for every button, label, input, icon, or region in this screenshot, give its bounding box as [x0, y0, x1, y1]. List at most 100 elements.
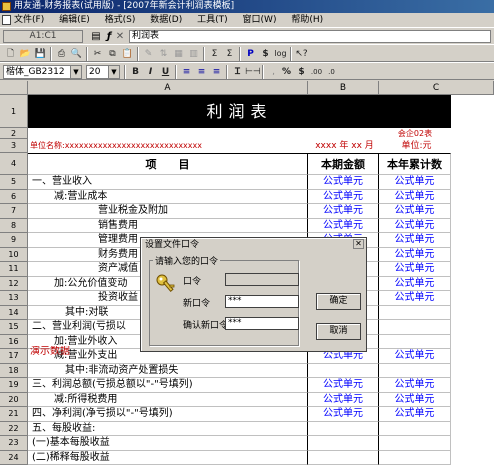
font-select[interactable]: 楷体_GB2312 ▼	[3, 65, 82, 79]
ok-button[interactable]: 确定	[316, 293, 361, 310]
row-header[interactable]: 5	[0, 175, 28, 190]
cell-reference[interactable]: A1:C1	[3, 30, 83, 43]
merge-icon[interactable]: ⊢⊣	[245, 65, 261, 79]
cell-ytd-amount[interactable]: 公式单元	[379, 349, 451, 364]
cell-current-amount[interactable]: 公式单元	[308, 407, 379, 422]
menu-format[interactable]: 格式(S)	[105, 13, 136, 27]
confirm-password-field[interactable]: ***	[225, 317, 299, 330]
cell-ytd-amount[interactable]: 公式单元	[379, 204, 451, 219]
print-preview-icon[interactable]: 🔍	[69, 47, 84, 61]
cell-current-amount[interactable]: 公式单元	[308, 204, 379, 219]
increase-decimal-icon[interactable]: .00	[309, 65, 324, 79]
row-header[interactable]: 19	[0, 378, 28, 393]
form-code[interactable]: 会企02表	[379, 128, 451, 139]
row-header[interactable]: 3	[0, 139, 28, 153]
currency-icon[interactable]: $	[294, 65, 309, 79]
cell-ytd-amount[interactable]	[379, 334, 451, 349]
column-header-a[interactable]: A	[28, 81, 308, 95]
cell-current-amount[interactable]	[308, 421, 379, 436]
row-header[interactable]: 6	[0, 189, 28, 204]
function-wizard-icon[interactable]: ▤	[90, 30, 102, 43]
report-period[interactable]: xxxx 年 xx 月	[310, 139, 379, 153]
company-name[interactable]: 单位名称:xxxxxxxxxxxxxxxxxxxxxxxxxxxxx	[30, 139, 306, 153]
menu-data[interactable]: 数据(D)	[150, 13, 182, 27]
font-size-select[interactable]: 20 ▼	[86, 65, 120, 79]
row-header[interactable]: 24	[0, 450, 28, 465]
new-password-field[interactable]: ***	[225, 295, 299, 308]
row-header[interactable]: 2	[0, 128, 28, 139]
menu-edit[interactable]: 编辑(E)	[59, 13, 90, 27]
cell-ytd-amount[interactable]: 公式单元	[379, 392, 451, 407]
row-item-label[interactable]: 四、净利润(净亏损以"-"号填列)	[28, 407, 308, 422]
cell-ytd-amount[interactable]	[379, 305, 451, 320]
row-item-label[interactable]: 营业税金及附加	[28, 204, 308, 219]
column-header-c[interactable]: C	[379, 81, 494, 95]
bold-button[interactable]: B	[128, 65, 143, 79]
row-header[interactable]: 9	[0, 233, 28, 248]
open-folder-icon[interactable]: 📂	[18, 47, 33, 61]
cell-ytd-amount[interactable]: 公式单元	[379, 247, 451, 262]
align-right-icon[interactable]: ≡	[209, 65, 224, 79]
cell-ytd-amount[interactable]: 公式单元	[379, 218, 451, 233]
log-icon[interactable]: log	[273, 47, 288, 61]
cell-current-amount[interactable]: 公式单元	[308, 392, 379, 407]
paste-icon[interactable]: 📋	[120, 47, 135, 61]
close-icon[interactable]: ✕	[353, 239, 364, 249]
sum-icon[interactable]: Σ	[207, 47, 222, 61]
cell-current-amount[interactable]: 公式单元	[308, 189, 379, 204]
row-header[interactable]: 21	[0, 407, 28, 422]
cell-ytd-amount[interactable]: 公式单元	[379, 189, 451, 204]
cell-ytd-amount[interactable]: 公式单元	[379, 262, 451, 277]
row-item-label[interactable]: 一、营业收入	[28, 175, 308, 190]
report-title[interactable]: 利润表	[28, 95, 451, 128]
dollar-icon[interactable]: $	[258, 47, 273, 61]
p-icon[interactable]: P	[243, 47, 258, 61]
row-item-label[interactable]: 五、每股收益:	[28, 421, 308, 436]
row-item-label[interactable]: 三、利润总额(亏损总额以"-"号填列)	[28, 378, 308, 393]
table-icon[interactable]: ▥	[186, 47, 201, 61]
header-ytd[interactable]: 本年累计数	[379, 153, 451, 175]
row-header[interactable]: 12	[0, 276, 28, 291]
row-item-label[interactable]: (二)稀释每股收益	[28, 450, 308, 465]
row-header[interactable]: 13	[0, 291, 28, 306]
formula-input[interactable]: 利润表	[129, 30, 491, 43]
cell-ytd-amount[interactable]: 公式单元	[379, 378, 451, 393]
percent-icon[interactable]: %	[279, 65, 294, 79]
save-icon[interactable]: 💾	[33, 47, 48, 61]
row-item-label[interactable]: 其中:非流动资产处置损失	[28, 363, 308, 378]
cell-ytd-amount[interactable]	[379, 450, 451, 465]
header-current[interactable]: 本期金额	[308, 153, 379, 175]
align-left-icon[interactable]: ≡	[179, 65, 194, 79]
menu-file[interactable]: 文件(F)	[14, 13, 44, 27]
vertical-align-icon[interactable]: Ɪ	[230, 65, 245, 79]
cell-ytd-amount[interactable]: 公式单元	[379, 407, 451, 422]
column-header-b[interactable]: B	[308, 81, 379, 95]
currency-unit[interactable]: 单位:元	[382, 139, 451, 153]
row-header[interactable]: 23	[0, 436, 28, 451]
row-header[interactable]: 20	[0, 392, 28, 407]
row-header[interactable]: 22	[0, 421, 28, 436]
row-header[interactable]: 14	[0, 305, 28, 320]
cell-current-amount[interactable]	[308, 450, 379, 465]
cell-ytd-amount[interactable]	[379, 363, 451, 378]
cell-ytd-amount[interactable]: 公式单元	[379, 175, 451, 190]
grid-icon[interactable]: ▦	[171, 47, 186, 61]
sort-icon[interactable]: ⇅	[156, 47, 171, 61]
row-header[interactable]: 15	[0, 320, 28, 335]
old-password-field[interactable]	[225, 273, 299, 286]
row-header[interactable]: 4	[0, 153, 28, 175]
row-item-label[interactable]: 减:营业成本	[28, 189, 308, 204]
row-item-label[interactable]: (一)基本每股收益	[28, 436, 308, 451]
cell-ytd-amount[interactable]	[379, 421, 451, 436]
row-item-label[interactable]: 减:所得税费用	[28, 392, 308, 407]
cell-current-amount[interactable]: 公式单元	[308, 378, 379, 393]
cut-icon[interactable]: ✂	[90, 47, 105, 61]
align-center-icon[interactable]: ≡	[194, 65, 209, 79]
cell-current-amount[interactable]	[308, 363, 379, 378]
cancel-x-icon[interactable]: ✕	[114, 30, 126, 43]
row-header[interactable]: 16	[0, 334, 28, 349]
menu-window[interactable]: 窗口(W)	[243, 13, 277, 27]
copy-icon[interactable]: ⧉	[105, 47, 120, 61]
row-header[interactable]: 18	[0, 363, 28, 378]
row-header[interactable]: 1	[0, 95, 28, 128]
